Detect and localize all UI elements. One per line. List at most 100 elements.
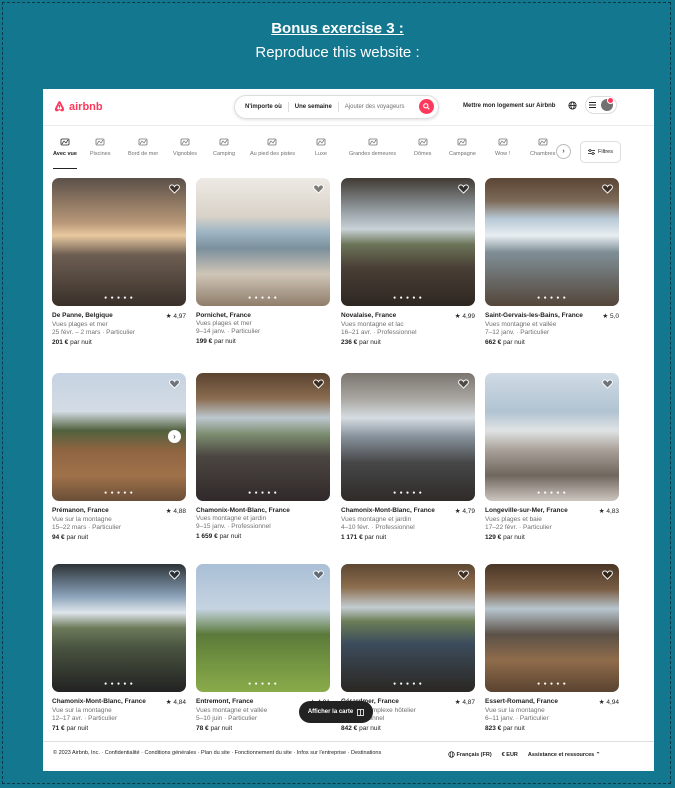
category-label: Campagne [449,151,476,157]
listing-title: Chamonix-Mont-Blanc, France [341,507,435,514]
category-7[interactable]: Grandes demeures [349,137,396,157]
pool-icon [95,138,105,146]
search-anywhere[interactable]: N'importe où [235,102,289,112]
price-suffix: par nuit [359,725,381,732]
listing-photo[interactable]: ● ● ● ● ● › [52,373,186,501]
category-next-button[interactable]: › [556,144,571,159]
listing-price: 71 € par nuit [52,725,186,732]
listing-photo[interactable]: ● ● ● ● ● [196,373,330,501]
photo-dots: ● ● ● ● ● [104,681,134,687]
language-label: Français (FR) [456,751,492,758]
heart-icon[interactable] [602,570,613,580]
listing-photo[interactable]: ● ● ● ● ● [485,373,619,501]
language-selector[interactable]: Français (FR) [448,751,492,758]
category-1[interactable]: Piscines [90,137,110,157]
airbnb-logo[interactable]: airbnb [53,100,103,113]
listing-title: Chamonix-Mont-Blanc, France [52,698,146,705]
heart-icon[interactable] [313,379,324,389]
exercise-title: Bonus exercise 3 : [271,20,404,37]
category-8[interactable]: Dômes [414,137,431,157]
category-3[interactable]: Vignobles [173,137,197,157]
listing-card[interactable]: ● ● ● ● ● Saint-Gervais-les-Bains, France… [485,178,619,346]
category-9[interactable]: Campagne [449,137,476,157]
category-0[interactable]: Avec vue [53,137,77,169]
listing-photo[interactable]: ● ● ● ● ● [196,178,330,306]
photo-dots: ● ● ● ● ● [104,295,134,301]
price-value: 129 € [485,534,502,541]
rating-value: 4,99 [462,313,475,320]
host-link[interactable]: Mettre mon logement sur Airbnb [463,103,555,109]
category-4[interactable]: Camping [213,137,235,157]
search-week[interactable]: Une semaine [289,102,339,112]
listing-card[interactable]: ● ● ● ● ● Essert-Romand, France ★ 4,94 Vue … [485,564,619,732]
search-bar[interactable]: N'importe où Une semaine Ajouter des voy… [234,95,439,119]
listing-card[interactable]: ● ● ● ● ● › Prémanon, France ★ 4,88 Vue sur … [52,373,186,541]
photo-dots: ● ● ● ● ● [393,490,423,496]
listing-price: 823 € par nuit [485,725,619,732]
currency-selector[interactable]: € EUR [502,752,518,758]
show-map-button[interactable]: Afficher la carte [299,701,373,723]
category-label: Camping [213,151,236,157]
category-10[interactable]: Wow ! [495,137,510,157]
listing-view: Vues plages et mer [196,320,252,327]
heart-icon[interactable] [313,184,324,194]
price-suffix: par nuit [503,725,525,732]
listing-card[interactable]: ● ● ● ● ● Chamonix-Mont-Blanc, France Vues… [196,373,330,540]
price-suffix: par nuit [210,725,233,732]
listing-photo[interactable]: ● ● ● ● ● [485,564,619,692]
listing-photo[interactable]: ● ● ● ● ● [341,564,475,692]
user-menu[interactable] [585,96,617,114]
active-underline [53,168,77,169]
listing-dates: 15–22 mars · Particulier [52,524,121,531]
wow-icon [498,138,507,146]
category-label: Piscines [90,151,111,157]
listing-photo[interactable]: ● ● ● ● ● [196,564,330,692]
heart-icon[interactable] [169,570,180,580]
listing-photo[interactable]: ● ● ● ● ● [52,564,186,692]
heart-icon[interactable] [458,570,469,580]
listing-card[interactable]: ● ● ● ● ● Longeville-sur-Mer, France ★ 4,8… [485,373,619,541]
listing-rating: ★ 4,99 [454,313,475,320]
listing-view: Vues montagne et jardin [196,515,267,522]
heart-icon[interactable] [602,184,613,194]
heart-icon[interactable] [313,570,324,580]
heart-icon[interactable] [602,379,613,389]
price-value: 71 € [52,725,65,732]
next-photo-button[interactable]: › [168,430,181,443]
filters-button[interactable]: Filtres [580,141,621,163]
listing-card[interactable]: ● ● ● ● ● De Panne, Belgique ★ 4,97 Vues pl… [52,178,186,346]
listing-photo[interactable]: ● ● ● ● ● [341,373,475,501]
listing-price: 236 € par nuit [341,339,475,346]
listing-card[interactable]: ● ● ● ● ● Chamonix-Mont-Blanc, France ★ 4,… [341,373,475,541]
category-2[interactable]: Bord de mer [128,137,158,157]
category-label: Vignobles [173,151,198,157]
listing-card[interactable]: ● ● ● ● ● Chamonix-Mont-Blanc, France ★ 4,… [52,564,186,732]
listing-rating: ★ 4,83 [598,508,619,515]
listing-title: Essert-Romand, France [485,698,558,705]
search-button[interactable] [419,99,434,114]
listing-photo[interactable]: ● ● ● ● ● [341,178,475,306]
category-label: Luxe [315,151,327,157]
category-11[interactable]: Chambres [530,137,555,157]
listing-dates: 25 févr. – 2 mars · Particulier [52,329,136,336]
category-5[interactable]: Au pied des pistes [250,137,295,157]
listing-dates: 9–15 janv. · Professionnel [196,523,271,530]
support-link[interactable]: Assistance et ressources ⌃ [528,752,600,758]
rating-value: 5,0 [609,313,619,320]
listing-photo[interactable]: ● ● ● ● ● [52,178,186,306]
heart-icon[interactable] [169,379,180,389]
category-6[interactable]: Luxe [315,137,327,157]
heart-icon[interactable] [169,184,180,194]
listing-dates: 16–21 avr. · Professionnel [341,329,417,336]
listing-photo[interactable]: ● ● ● ● ● [485,178,619,306]
listing-card[interactable]: ● ● ● ● ● Novalaise, France ★ 4,99 Vues mon… [341,178,475,346]
heart-icon[interactable] [458,379,469,389]
heart-icon[interactable] [458,184,469,194]
search-guests[interactable]: Ajouter des voyageurs [339,102,411,112]
footer-links[interactable]: © 2023 Airbnb, Inc. · Confidentialité · … [53,748,423,758]
listing-card[interactable]: ● ● ● ● ● Pornichet, France Vues plages et… [196,178,330,345]
globe-icon[interactable] [568,101,577,110]
rating-value: 4,97 [173,313,186,320]
listing-dates: 4–10 févr. · Professionnel [341,524,415,531]
nav-divider [43,125,654,126]
